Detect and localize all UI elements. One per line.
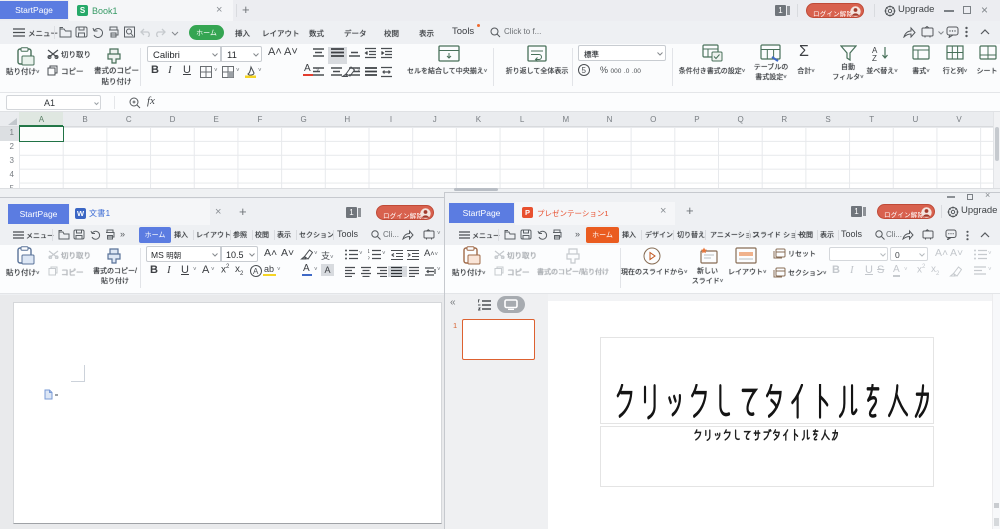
svg-text:Z: Z	[872, 54, 877, 61]
svg-text:A: A	[253, 267, 259, 276]
svg-text:2: 2	[368, 257, 370, 261]
svg-text:5: 5	[582, 66, 587, 75]
svg-text:1: 1	[368, 249, 370, 255]
